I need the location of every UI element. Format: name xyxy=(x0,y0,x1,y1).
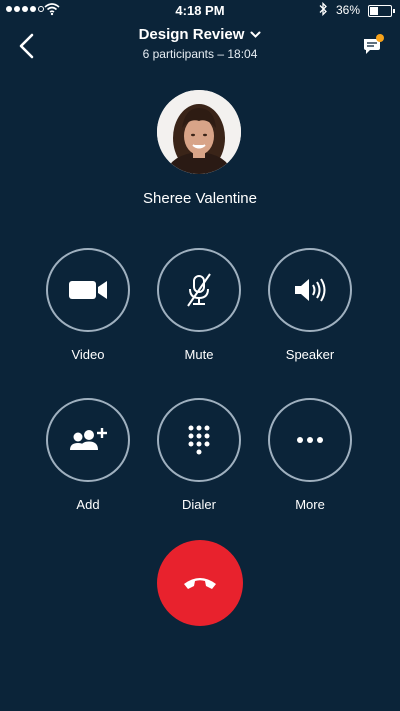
dialpad-icon xyxy=(188,425,210,455)
ellipsis-icon xyxy=(297,437,323,443)
video-button[interactable] xyxy=(46,248,130,332)
hang-up-phone-icon xyxy=(184,578,216,589)
speaker-label: Speaker xyxy=(285,347,335,362)
battery-percent: 36% xyxy=(336,3,361,17)
chat-button[interactable] xyxy=(361,33,385,57)
call-header: Design Review 6 participants – 18:04 xyxy=(0,26,400,61)
speaker-icon xyxy=(295,278,326,302)
call-title-button[interactable]: Design Review xyxy=(139,26,262,43)
speaker-button[interactable] xyxy=(268,248,352,332)
mute-label: Mute xyxy=(184,347,214,362)
add-people-icon xyxy=(70,428,107,450)
more-label: More xyxy=(295,497,325,512)
video-label: Video xyxy=(71,347,105,362)
add-label: Add xyxy=(76,497,100,512)
microphone-muted-icon xyxy=(187,273,211,307)
bluetooth-icon xyxy=(319,2,327,16)
mute-button[interactable] xyxy=(157,248,241,332)
call-subtitle: 6 participants – 18:04 xyxy=(142,47,258,61)
chevron-down-icon xyxy=(250,31,261,38)
add-participant-button[interactable] xyxy=(46,398,130,482)
video-camera-icon xyxy=(69,281,107,299)
chat-bubble-icon xyxy=(364,34,384,54)
avatar xyxy=(157,90,241,174)
caller-name: Sheree Valentine xyxy=(143,190,257,207)
status-bar: 4:18 PM 36% xyxy=(0,0,400,20)
more-button[interactable] xyxy=(268,398,352,482)
end-call-button[interactable] xyxy=(157,540,243,626)
dialer-button[interactable] xyxy=(157,398,241,482)
battery-icon xyxy=(368,5,395,17)
dialer-label: Dialer xyxy=(182,497,216,512)
call-title: Design Review xyxy=(138,26,245,43)
